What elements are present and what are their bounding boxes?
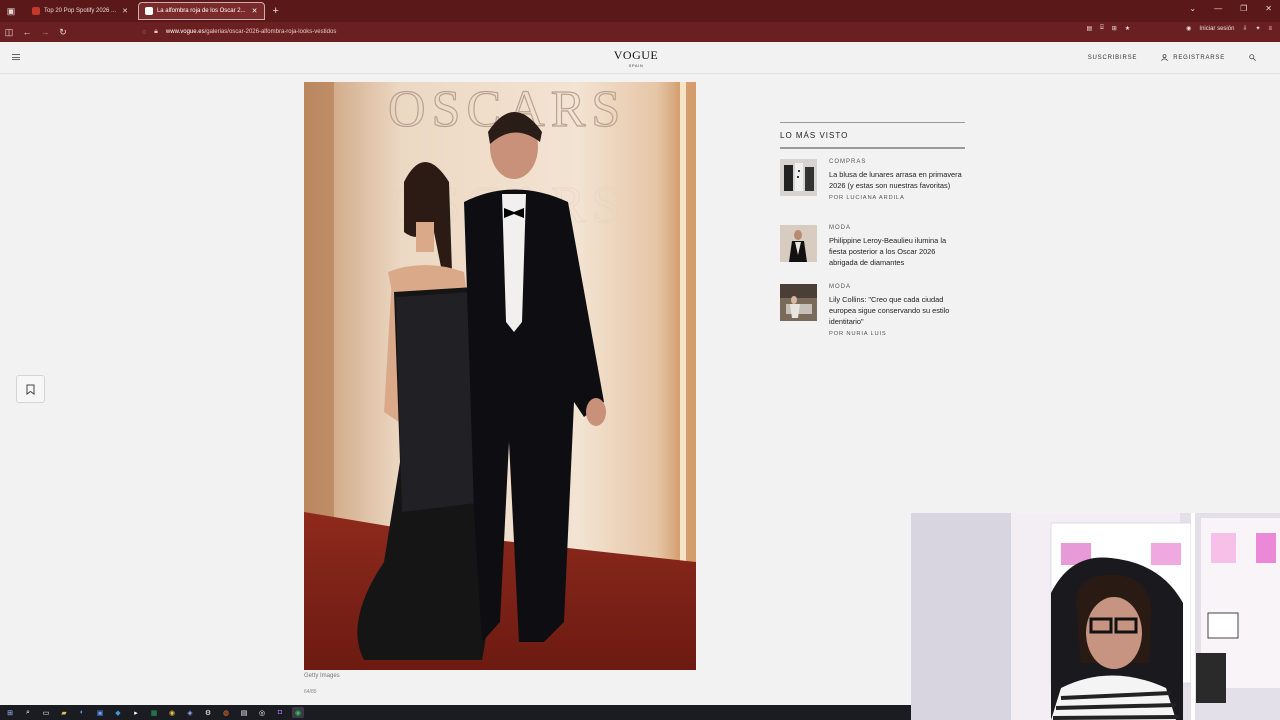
hamburger-menu-icon[interactable] — [12, 54, 20, 60]
translate-icon[interactable]: ⌸ — [1100, 25, 1104, 32]
article-author: POR LUCIANA ARDILA — [829, 195, 905, 201]
red-carpet-image: OSCARS OSCARS — [304, 82, 696, 670]
streamer-webcam-image — [911, 513, 1280, 720]
vscode-icon[interactable]: ◆ — [112, 707, 124, 718]
register-label: REGISTRARSE — [1173, 54, 1225, 61]
tab-actions-icon[interactable]: ▣ — [0, 6, 22, 17]
logo-text: VOGUE — [613, 48, 659, 62]
extensions-icon[interactable]: ✦ — [1255, 25, 1260, 32]
logo-subtext: SPAIN — [628, 63, 644, 68]
forward-icon[interactable]: → — [36, 27, 54, 37]
tracking-protection-icon[interactable]: ◌ — [142, 29, 146, 36]
article-title[interactable]: Lily Collins: "Creo que cada ciudad euro… — [829, 294, 965, 327]
most-viewed-section: LO MÁS VISTO COMPRAS La blusa de lunares… — [780, 122, 965, 337]
webcam-overlay — [911, 513, 1280, 720]
new-tab-icon[interactable]: + — [273, 5, 279, 17]
save-bookmark-button[interactable] — [16, 375, 45, 403]
firefox-icon[interactable]: ◍ — [220, 707, 232, 718]
menu-icon[interactable]: ≡ — [1268, 26, 1272, 32]
edge-icon[interactable]: ◐ — [76, 707, 88, 718]
task-view-icon[interactable]: ▭ — [40, 707, 52, 718]
site-nav: SUSCRIBIRSE REGISTRARSE — [1088, 54, 1256, 61]
browser-tab-bar: ▣ Top 20 Pop Spotify 2026 ... ✕ La alfom… — [0, 0, 1280, 22]
reload-icon[interactable]: ↻ — [54, 27, 72, 38]
url-domain: www.vogue.es — [165, 29, 205, 35]
screenshot-icon[interactable]: ⊞ — [1112, 25, 1117, 32]
start-icon[interactable]: ⊞ — [4, 707, 16, 718]
url-path: /galerias/oscar-2026-alfombra-roja-looks… — [204, 29, 337, 35]
vogue-favicon-icon — [144, 7, 153, 15]
maximize-icon[interactable]: ❐ — [1240, 4, 1247, 13]
close-window-icon[interactable]: ✕ — [1265, 4, 1272, 13]
notes-icon[interactable]: ▤ — [238, 707, 250, 718]
signin-label[interactable]: Iniciar sesión — [1199, 26, 1234, 32]
register-link[interactable]: REGISTRARSE — [1161, 54, 1225, 61]
lock-icon[interactable]: 🔒︎ — [154, 28, 158, 36]
minimize-icon[interactable]: — — [1214, 4, 1222, 13]
settings-icon[interactable]: ⚙ — [202, 707, 214, 718]
article-title[interactable]: Philippine Leroy-Beaulieu ilumina la fie… — [829, 235, 965, 268]
terminal-icon[interactable]: ▸ — [130, 707, 142, 718]
sidebar-toggle-icon[interactable]: ◫ — [0, 27, 18, 38]
browser-toolbar-right: ▤ ⌸ ⊞ ★ ◉ Iniciar sesión ⇩ ✦ ≡ — [1086, 25, 1272, 32]
most-viewed-item[interactable]: COMPRAS La blusa de lunares arrasa en pr… — [780, 159, 965, 201]
search-icon[interactable] — [1249, 54, 1256, 61]
back-icon[interactable]: ← — [18, 27, 36, 37]
spotify-icon[interactable]: ◉ — [292, 707, 304, 718]
app-icon[interactable]: ◈ — [184, 707, 196, 718]
most-viewed-item[interactable]: MODA Lily Collins: "Creo que cada ciudad… — [780, 284, 965, 337]
user-icon — [1161, 54, 1168, 61]
most-viewed-heading: LO MÁS VISTO — [780, 123, 965, 149]
chrome-icon[interactable]: ◉ — [166, 707, 178, 718]
article-category[interactable]: MODA — [829, 225, 965, 231]
article-title[interactable]: La blusa de lunares arrasa en primavera … — [829, 169, 965, 191]
downloads-icon[interactable]: ⇩ — [1242, 25, 1247, 32]
article-category[interactable]: COMPRAS — [829, 159, 965, 165]
tab-label: Top 20 Pop Spotify 2026 ... — [44, 8, 117, 14]
twitch-icon[interactable]: ◘ — [274, 707, 286, 718]
article-category[interactable]: MODA — [829, 284, 965, 290]
reader-view-icon[interactable]: ▤ — [1086, 25, 1092, 32]
photo-credit: Getty Images — [304, 673, 340, 679]
tab-vogue[interactable]: La alfombra roja de los Oscar 2... ✕ — [137, 2, 265, 20]
gallery-photo[interactable]: OSCARS OSCARS — [304, 82, 696, 670]
url-field[interactable]: ◌ 🔒︎ www.vogue.es /galerias/oscar-2026-a… — [142, 28, 336, 36]
os-taskbar: ⊞ ⌕ ▭ ▰ ◐ ▣ ◆ ▸ ▦ ◉ ◈ ⚙ ◍ ▤ ◎ ◘ ◉ — [0, 705, 911, 720]
store-icon[interactable]: ▣ — [94, 707, 106, 718]
close-tab-icon[interactable]: ✕ — [122, 7, 128, 15]
vogue-logo[interactable]: VOGUE SPAIN — [600, 48, 672, 68]
obs-icon[interactable]: ◎ — [256, 707, 268, 718]
bookmark-star-icon[interactable]: ★ — [1125, 25, 1130, 32]
subscribe-link[interactable]: SUSCRIBIRSE — [1088, 55, 1137, 61]
bookmark-icon — [26, 384, 35, 395]
account-icon[interactable]: ◉ — [1186, 25, 1191, 32]
tab-label: La alfombra roja de los Oscar 2... — [156, 8, 246, 14]
window-controls: ⌄ — ❐ ✕ — [1189, 4, 1272, 13]
gallery-counter: 64/85 — [304, 689, 317, 695]
site-header: VOGUE SPAIN SUSCRIBIRSE REGISTRARSE — [0, 42, 1280, 74]
file-explorer-icon[interactable]: ▰ — [58, 707, 70, 718]
article-thumbnail[interactable] — [780, 284, 817, 321]
article-thumbnail[interactable] — [780, 225, 817, 262]
tab-spotify[interactable]: Top 20 Pop Spotify 2026 ... ✕ — [26, 2, 134, 20]
search-taskbar-icon[interactable]: ⌕ — [22, 707, 34, 718]
spotify-favicon-icon — [32, 7, 40, 15]
excel-icon[interactable]: ▦ — [148, 707, 160, 718]
tab-list-chevron-icon[interactable]: ⌄ — [1189, 4, 1196, 13]
article-thumbnail[interactable] — [780, 159, 817, 196]
close-tab-icon[interactable]: ✕ — [252, 7, 258, 15]
most-viewed-item[interactable]: MODA Philippine Leroy-Beaulieu ilumina l… — [780, 225, 965, 268]
article-author: POR NURIA LUIS — [829, 331, 887, 337]
